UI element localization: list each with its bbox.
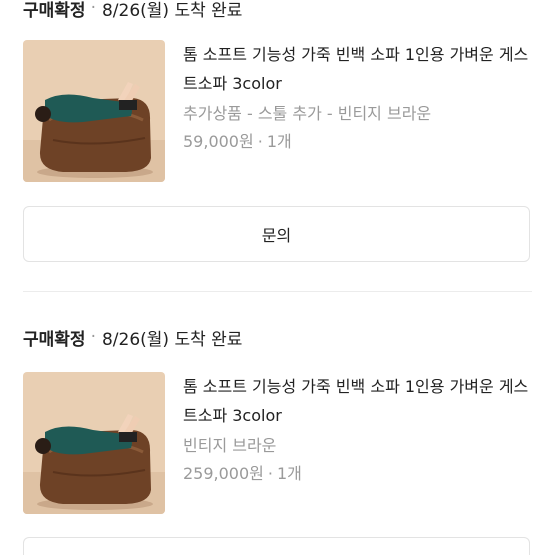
- product-quantity: 1개: [266, 132, 292, 151]
- order-header: 구매확정 · 8/26(월) 도착 완료: [23, 0, 243, 21]
- price-quantity: 259,000원 · 1개: [183, 460, 533, 488]
- product-thumbnail[interactable]: [23, 40, 165, 182]
- product-info: 톰 소프트 기능성 가죽 빈백 소파 1인용 가벼운 게스트소파 3color …: [183, 372, 533, 488]
- header-separator: ·: [90, 327, 96, 347]
- delivery-date: 8/26(월) 도착 완료: [101, 329, 243, 350]
- product-title[interactable]: 톰 소프트 기능성 가죽 빈백 소파 1인용 가벼운 게스트소파 3color: [183, 372, 533, 430]
- product-info: 톰 소프트 기능성 가죽 빈백 소파 1인용 가벼운 게스트소파 3color …: [183, 40, 533, 156]
- product-option: 빈티지 브라운: [183, 436, 277, 455]
- product-title[interactable]: 톰 소프트 기능성 가죽 빈백 소파 1인용 가벼운 게스트소파 3color: [183, 40, 533, 98]
- order-status: 구매확정: [23, 0, 86, 21]
- inquiry-button[interactable]: 문의: [23, 537, 530, 555]
- price-quantity: 59,000원 · 1개: [183, 128, 533, 156]
- product-thumbnail[interactable]: [23, 372, 165, 514]
- header-separator: ·: [90, 0, 96, 18]
- product-price: 59,000원: [183, 132, 254, 151]
- product-price: 259,000원: [183, 464, 264, 483]
- order-header: 구매확정 · 8/26(월) 도착 완료: [23, 325, 243, 350]
- product-item[interactable]: 톰 소프트 기능성 가죽 빈백 소파 1인용 가벼운 게스트소파 3color …: [23, 372, 533, 514]
- inquiry-button[interactable]: 문의: [23, 206, 530, 262]
- price-separator: ·: [267, 464, 273, 483]
- order-status: 구매확정: [23, 329, 86, 350]
- price-separator: ·: [257, 132, 263, 151]
- delivery-date: 8/26(월) 도착 완료: [101, 0, 243, 21]
- product-option: 추가상품 - 스툴 추가 - 빈티지 브라운: [183, 104, 432, 123]
- product-item[interactable]: 톰 소프트 기능성 가죽 빈백 소파 1인용 가벼운 게스트소파 3color …: [23, 40, 533, 182]
- section-divider: [23, 291, 532, 292]
- product-quantity: 1개: [276, 464, 302, 483]
